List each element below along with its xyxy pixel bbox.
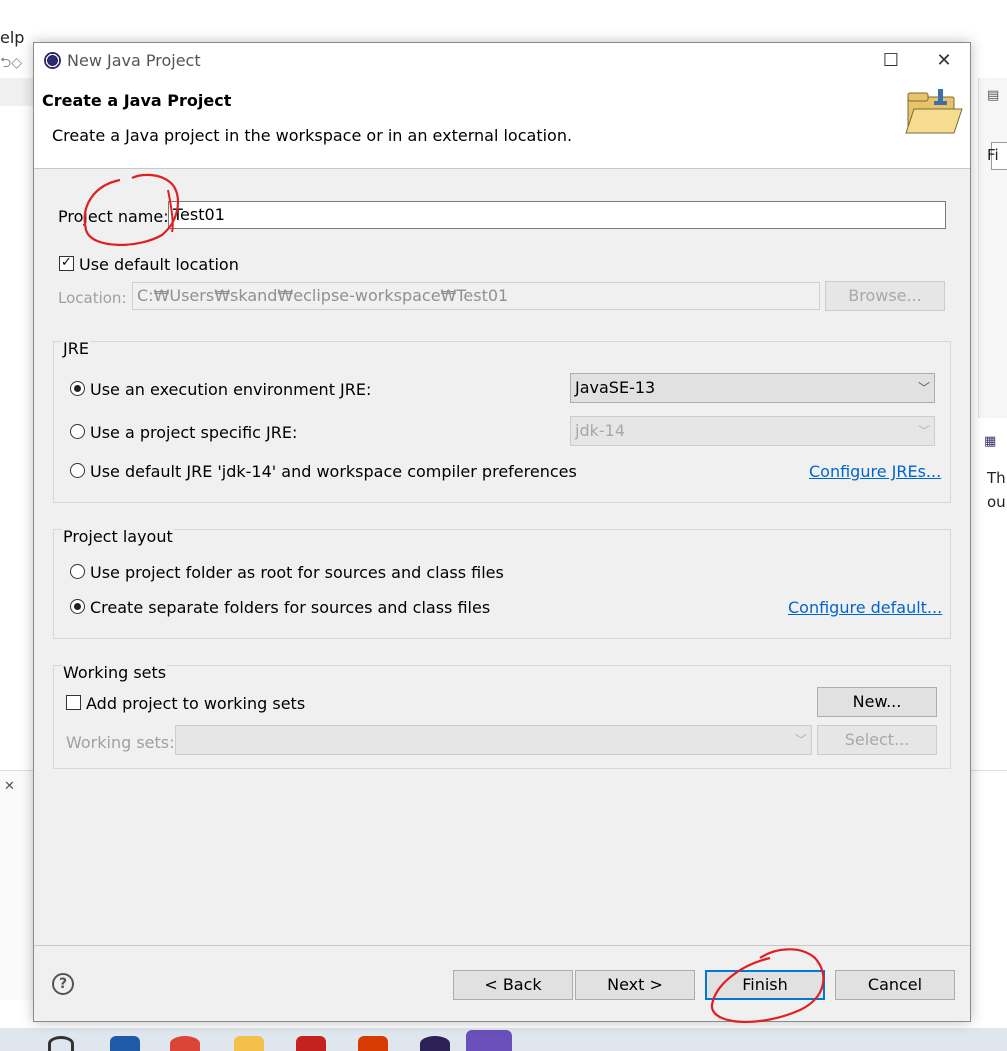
layout-separate-radio[interactable] [70,599,85,614]
cancel-button[interactable]: Cancel [835,970,955,1000]
layout-root-label: Use project folder as root for sources a… [90,563,504,582]
location-label: Location: [58,289,127,307]
chevron-down-icon: ﹀ [794,733,807,747]
help-icon[interactable]: ? [52,973,74,995]
folder-wizard-icon [905,89,963,134]
select-working-sets-button[interactable]: Select... [817,725,937,755]
finish-button[interactable]: Finish [705,970,825,1000]
back-nav-icon: ⮌◇ [0,55,22,71]
background-right-panel: ▤ [978,78,1007,418]
window-title: New Java Project [67,51,201,70]
project-layout-group: Project layout [53,527,951,639]
working-sets-select[interactable]: ﹀ [175,725,812,755]
working-sets-label: Working sets: [66,733,175,752]
layout-root-radio[interactable] [70,564,85,579]
new-working-set-button[interactable]: New... [817,687,937,717]
background-text-fragment: Th [987,469,1006,487]
close-button[interactable]: ✕ [921,45,967,77]
jre-env-radio[interactable] [70,381,85,396]
maximize-button[interactable]: ☐ [868,45,914,77]
close-icon: ✕ [4,779,15,794]
footer-separator [34,945,970,946]
gmail-taskbar-icon[interactable] [296,1036,326,1051]
chevron-down-icon: ﹀ [917,424,930,438]
jre-specific-radio[interactable] [70,424,85,439]
use-default-location-checkbox[interactable]: ✓ [59,255,74,271]
dialog-titlebar: New Java Project ☐ ✕ [34,43,970,79]
chrome-taskbar-icon[interactable] [170,1036,200,1051]
jre-env-label: Use an execution environment JRE: [90,380,372,399]
background-text-fragment: Fi [987,146,999,164]
outline-icon: ▦ [984,434,997,449]
project-jre-value: jdk-14 [575,421,625,440]
background-panel-strip [0,78,34,106]
configure-jres-link[interactable]: Configure JREs... [809,462,941,481]
background-bottom-panel-right [970,770,1007,1000]
location-input[interactable]: C:₩Users₩skand₩eclipse-workspace₩Test01 [132,282,820,310]
office-taskbar-icon[interactable] [358,1036,388,1051]
project-name-input[interactable]: Test01 [168,201,946,229]
new-java-project-dialog: New Java Project ☐ ✕ Create a Java Proje… [33,42,971,1022]
jre-default-label: Use default JRE 'jdk-14' and workspace c… [90,462,577,481]
checkmark-icon: ✓ [61,255,72,270]
background-menu-fragment: elp [0,28,25,47]
working-sets-group-title: Working sets [62,663,168,682]
chevron-down-icon: ﹀ [917,381,930,395]
add-to-working-sets-label: Add project to working sets [86,694,306,713]
back-button[interactable]: < Back [453,970,573,1000]
project-name-label: Project name: [58,207,169,226]
mail-taskbar-icon[interactable] [110,1036,140,1051]
execution-environment-value: JavaSE-13 [575,378,656,397]
next-button[interactable]: Next > [575,970,695,1000]
jre-group-title: JRE [62,339,90,358]
project-jre-select[interactable]: jdk-14 ﹀ [570,416,935,446]
background-text-fragment: ou [987,493,1006,511]
vs-taskbar-icon[interactable] [466,1030,512,1051]
configure-default-link[interactable]: Configure default... [788,598,942,617]
eclipse-taskbar-icon[interactable] [420,1036,450,1051]
page-title: Create a Java Project [42,91,232,110]
layout-separate-label: Create separate folders for sources and … [90,598,491,617]
background-bottom-panel: ✕ [0,770,34,1000]
execution-environment-select[interactable]: JavaSE-13 ﹀ [570,373,935,403]
jre-specific-label: Use a project specific JRE: [90,423,298,442]
panel-icon: ▤ [987,88,1000,103]
page-description: Create a Java project in the workspace o… [52,126,573,145]
add-to-working-sets-checkbox[interactable] [66,695,81,710]
browse-button[interactable]: Browse... [825,281,945,311]
dialog-header: Create a Java Project Create a Java proj… [34,79,970,169]
eclipse-icon [44,52,61,69]
search-taskbar-icon[interactable] [48,1036,74,1051]
use-default-location-label: Use default location [79,255,239,274]
jre-default-radio[interactable] [70,463,85,478]
folder-taskbar-icon[interactable] [234,1036,264,1051]
project-layout-group-title: Project layout [62,527,174,546]
